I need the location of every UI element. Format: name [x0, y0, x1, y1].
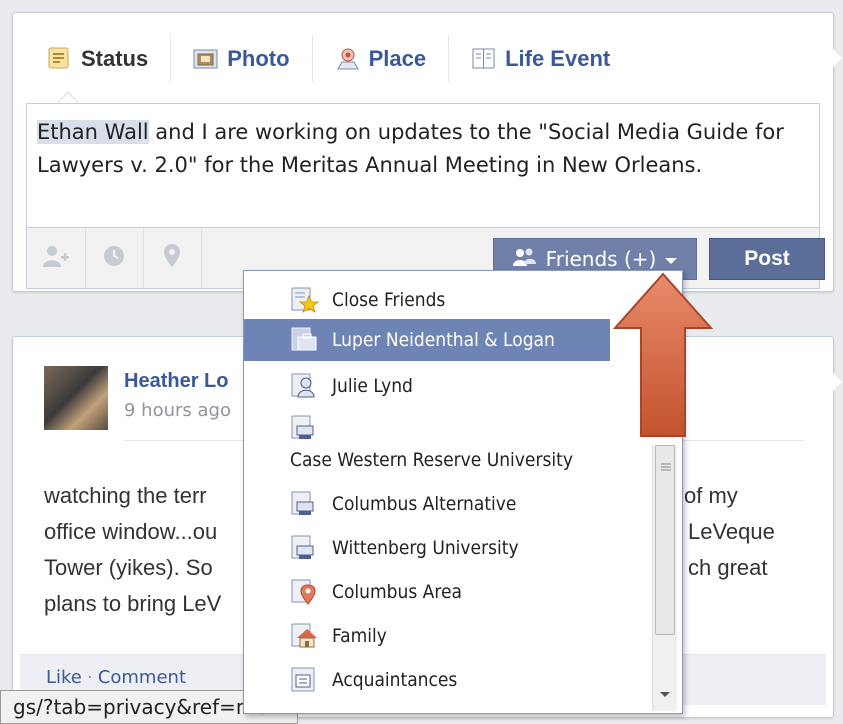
tag-friends-button[interactable] — [27, 228, 86, 288]
status-composer: Status Photo Place Life Event Ethan Wall… — [12, 12, 842, 292]
post-line-left: Tower (yikes). So — [44, 555, 213, 580]
status-text: and I are working on updates to the "Soc… — [37, 120, 784, 177]
status-textarea[interactable]: Ethan Wall and I are working on updates … — [26, 103, 820, 227]
post-author[interactable]: Heather Lo — [124, 370, 228, 393]
menu-item-julie-lynd[interactable]: Julie Lynd — [244, 367, 610, 405]
action-separator: · — [86, 667, 93, 688]
menu-item-label: Case Western Reserve University — [290, 449, 573, 471]
tab-label: Place — [368, 46, 427, 71]
star-list-icon — [291, 287, 320, 318]
tab-status[interactable]: Status — [33, 35, 170, 83]
menu-item-label: Family — [332, 625, 387, 647]
avatar[interactable] — [44, 366, 108, 430]
post-line-left: office window...ou — [44, 519, 218, 544]
menu-item-wittenberg-university[interactable]: Wittenberg University — [244, 529, 610, 569]
work-list-icon — [291, 327, 319, 358]
add-location-button[interactable] — [143, 228, 202, 288]
menu-item-columbus-alternative[interactable]: Columbus Alternative — [244, 485, 610, 525]
comment-link[interactable]: Comment — [98, 667, 186, 688]
audience-label: Friends (+) — [545, 247, 657, 271]
post-line-right: of my — [684, 483, 738, 508]
post-line-right: ch great — [688, 555, 768, 580]
place-icon — [335, 47, 361, 71]
menu-item-acquaintances[interactable]: Acquaintances — [244, 661, 610, 701]
post-line-right: LeVeque — [688, 519, 775, 544]
scrollbar-thumb[interactable] — [655, 445, 675, 635]
active-tab-caret — [57, 92, 79, 103]
tab-place[interactable]: Place — [311, 35, 449, 83]
status-icon — [47, 47, 73, 71]
menu-item-columbus-area[interactable]: Columbus Area — [244, 573, 610, 613]
scroll-down-arrow-icon[interactable] — [659, 691, 671, 699]
home-list-icon — [291, 623, 319, 654]
school-list-icon — [291, 415, 319, 446]
tab-label: Status — [81, 46, 149, 71]
menu-item-label: Wittenberg University — [332, 537, 519, 559]
menu-item-label: Luper Neidenthal & Logan — [332, 329, 555, 351]
tab-life-event[interactable]: Life Event — [448, 35, 632, 83]
menu-item-label: Julie Lynd — [332, 375, 413, 397]
clock-icon — [102, 244, 126, 272]
menu-item-luper-neidenthal-logan[interactable]: Luper Neidenthal & Logan — [244, 319, 610, 361]
tagged-friend[interactable]: Ethan Wall — [37, 120, 149, 144]
add-date-button[interactable] — [85, 228, 144, 288]
person-list-icon — [291, 373, 319, 404]
card-notch — [833, 49, 842, 67]
menu-item-label: Columbus Alternative — [332, 493, 517, 515]
school-list-icon — [291, 491, 319, 522]
annotation-arrow-icon — [613, 272, 713, 437]
photo-icon — [193, 47, 219, 71]
menu-item-label: Columbus Area — [332, 581, 462, 603]
tab-label: Life Event — [505, 46, 611, 71]
acquaintances-list-icon — [291, 667, 319, 698]
tag-friends-icon — [42, 243, 70, 273]
menu-item-close-friends[interactable]: Close Friends — [244, 283, 610, 317]
school-list-icon — [291, 535, 319, 566]
post-line-left: plans to bring LeV — [44, 591, 222, 616]
tab-label: Photo — [227, 46, 290, 71]
life-event-icon — [471, 47, 497, 71]
tab-photo[interactable]: Photo — [170, 35, 311, 83]
card-notch — [833, 373, 842, 391]
chevron-down-icon — [664, 247, 678, 271]
menu-scrollbar[interactable] — [652, 445, 677, 711]
post-button[interactable]: Post — [709, 238, 825, 280]
like-link[interactable]: Like — [46, 667, 82, 688]
menu-item-family[interactable]: Family — [244, 617, 610, 657]
post-line-left: watching the terr — [44, 483, 207, 508]
menu-item-case-western-reserve-university[interactable]: Case Western Reserve University — [244, 411, 652, 477]
menu-item-label: Acquaintances — [332, 669, 458, 691]
composer-tabs: Status Photo Place Life Event — [33, 35, 632, 83]
friends-icon — [512, 247, 538, 272]
location-list-icon — [291, 579, 319, 610]
location-icon — [162, 243, 182, 273]
post-timestamp[interactable]: 9 hours ago — [124, 400, 231, 421]
menu-item-label: Close Friends — [332, 289, 446, 311]
